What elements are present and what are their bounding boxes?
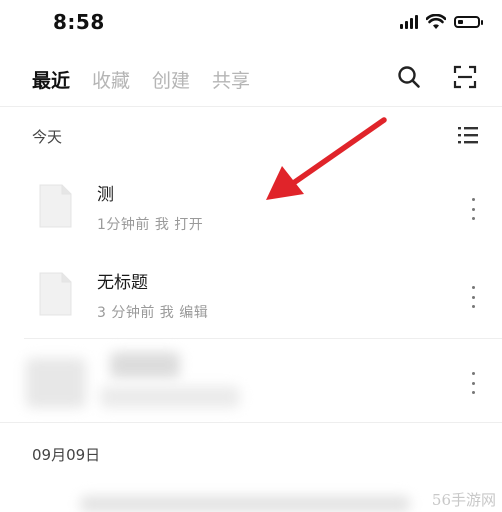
more-dot (471, 391, 475, 394)
file-name: 测 (97, 185, 114, 205)
list-view-button[interactable] (456, 124, 480, 146)
header-divider (0, 106, 502, 107)
file-name: 无标题 (97, 273, 148, 293)
tab-favorites[interactable]: 收藏 (92, 66, 130, 93)
file-meta: 1分钟前 我 打开 (97, 217, 204, 233)
scan-icon (453, 65, 477, 89)
more-dot (471, 217, 475, 220)
more-dot (471, 372, 475, 375)
document-icon (39, 272, 72, 316)
list-view-icon (458, 127, 478, 144)
blurred-file-icon (26, 358, 86, 408)
status-icons (400, 12, 483, 32)
more-dot (471, 198, 475, 201)
tab-created[interactable]: 创建 (152, 66, 190, 93)
tab-bar: 最近 收藏 创建 共享 (32, 66, 250, 93)
battery-icon (454, 16, 483, 28)
scan-button[interactable] (452, 64, 478, 90)
document-icon (39, 184, 72, 228)
file-meta: 3 分钟前 我 编辑 (97, 305, 209, 321)
status-time: 8:58 (53, 10, 105, 34)
more-dot (471, 207, 475, 211)
cellular-signal-icon (400, 15, 418, 29)
more-options-button[interactable] (468, 372, 478, 394)
more-options-button[interactable] (468, 198, 478, 220)
annotation-arrow (266, 117, 387, 200)
row-divider (24, 338, 502, 339)
blurred-file-name (110, 352, 180, 378)
more-dot (471, 381, 475, 385)
top-actions (396, 64, 478, 90)
section-title-date: 09月09日 (32, 446, 101, 464)
file-row[interactable]: 无标题 3 分钟前 我 编辑 (0, 252, 502, 336)
more-dot (471, 305, 475, 308)
search-button[interactable] (396, 64, 422, 90)
file-row[interactable]: 测 1分钟前 我 打开 (0, 166, 502, 250)
blurred-row-bottom (80, 496, 410, 512)
search-icon (398, 66, 420, 88)
file-row-blurred[interactable] (0, 340, 502, 424)
tab-recent[interactable]: 最近 (32, 66, 70, 93)
more-dot (471, 295, 475, 299)
more-options-button[interactable] (468, 286, 478, 308)
wifi-icon (426, 14, 446, 29)
status-bar: 8:58 (0, 0, 502, 46)
section-divider (0, 422, 502, 423)
section-title-today: 今天 (32, 128, 63, 146)
more-dot (471, 286, 475, 289)
tab-shared[interactable]: 共享 (212, 66, 250, 93)
watermark: 56手游网 (431, 491, 496, 509)
blurred-file-meta (100, 386, 240, 408)
